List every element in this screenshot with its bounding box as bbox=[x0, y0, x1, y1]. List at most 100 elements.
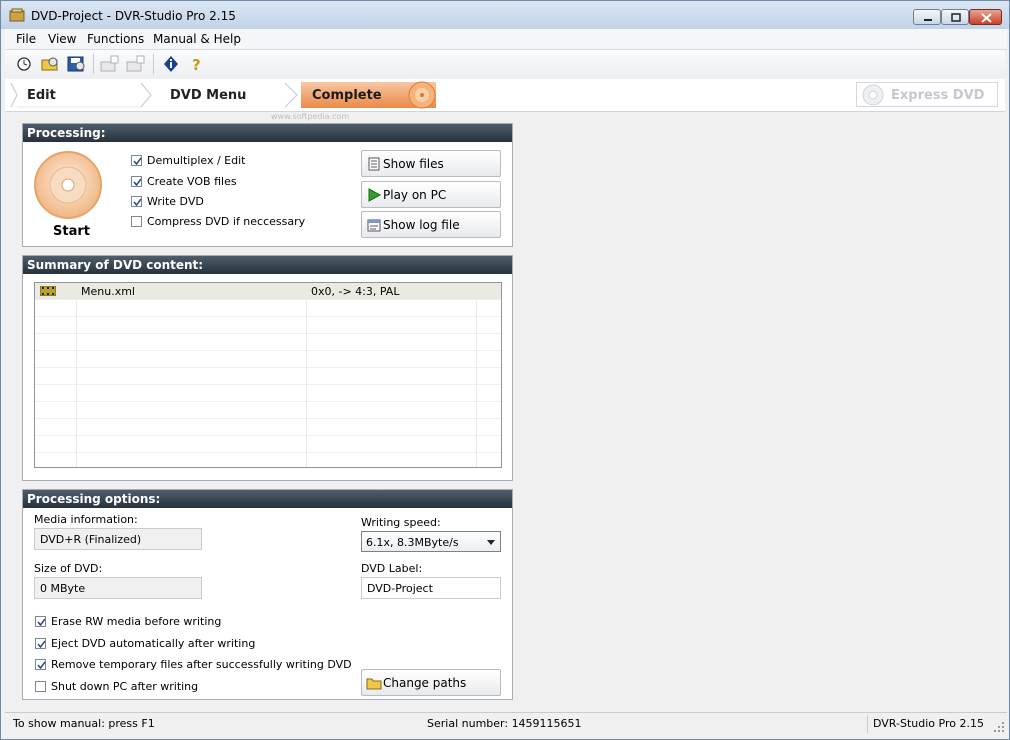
menu-functions[interactable]: Functions bbox=[87, 32, 144, 46]
status-hint: To show manual: press F1 bbox=[13, 717, 155, 730]
step-edit[interactable]: Edit bbox=[5, 79, 145, 111]
app-window: DVD-Project - DVR-Studio Pro 2.15 File V… bbox=[0, 0, 1010, 740]
play-on-pc-label: Play on PC bbox=[383, 188, 447, 202]
checkbox-label: Shut down PC after writing bbox=[51, 680, 199, 693]
checkbox-create-vob[interactable]: Create VOB files bbox=[131, 175, 331, 191]
folder-icon bbox=[366, 678, 382, 690]
minimize-button[interactable] bbox=[913, 9, 941, 25]
checkbox-box[interactable] bbox=[35, 638, 46, 649]
document-icon bbox=[368, 157, 380, 171]
watermark: www.softpedia.com bbox=[271, 112, 350, 121]
menu-manual-help[interactable]: Manual & Help bbox=[153, 32, 241, 46]
checkbox-label: Write DVD bbox=[147, 195, 204, 208]
summary-panel: Summary of DVD content: Menu.xml 0x0, ->… bbox=[22, 255, 513, 481]
help-icon[interactable]: ? bbox=[186, 53, 208, 75]
step-edit-label: Edit bbox=[27, 88, 56, 103]
minimize-icon bbox=[924, 19, 932, 21]
checkbox-box[interactable] bbox=[131, 155, 142, 166]
film-icon bbox=[40, 286, 56, 296]
table-row[interactable] bbox=[35, 402, 501, 419]
toolbar-separator bbox=[153, 54, 154, 74]
content-table[interactable]: Menu.xml 0x0, -> 4:3, PAL bbox=[34, 282, 502, 468]
step-bar: Edit DVD Menu Complete Express DVD bbox=[5, 79, 1005, 112]
add-folder-icon[interactable] bbox=[99, 53, 121, 75]
play-on-pc-button[interactable]: Play on PC bbox=[361, 181, 501, 208]
checkbox-label: Demultiplex / Edit bbox=[147, 154, 246, 167]
table-row[interactable] bbox=[35, 368, 501, 385]
media-info-field: DVD+R (Finalized) bbox=[34, 528, 202, 550]
step-dvd-menu[interactable]: DVD Menu bbox=[150, 79, 290, 111]
info-icon[interactable] bbox=[160, 53, 182, 75]
checkbox-box[interactable] bbox=[131, 176, 142, 187]
open-folder-icon[interactable] bbox=[39, 53, 61, 75]
processing-options-panel: Processing options: Media information: D… bbox=[22, 489, 513, 700]
checkbox-shutdown[interactable]: Shut down PC after writing bbox=[35, 680, 335, 696]
checkbox-label: Remove temporary files after successfull… bbox=[51, 658, 352, 671]
toolbar-separator bbox=[93, 54, 94, 74]
summary-header: Summary of DVD content: bbox=[23, 256, 512, 274]
status-separator bbox=[867, 715, 868, 733]
dvd-label-input[interactable]: DVD-Project bbox=[361, 577, 501, 599]
checkbox-label: Eject DVD automatically after writing bbox=[51, 637, 256, 650]
checkbox-write-dvd[interactable]: Write DVD bbox=[131, 195, 331, 211]
size-field: 0 MByte bbox=[34, 577, 202, 599]
checkbox-box[interactable] bbox=[131, 196, 142, 207]
checkbox-label: Compress DVD if neccessary bbox=[147, 215, 306, 228]
table-row[interactable] bbox=[35, 351, 501, 368]
show-files-button[interactable]: Show files bbox=[361, 150, 501, 177]
dvd-label-label: DVD Label: bbox=[361, 562, 423, 575]
checkbox-compress-dvd[interactable]: Compress DVD if neccessary bbox=[131, 215, 331, 231]
table-row[interactable]: Menu.xml 0x0, -> 4:3, PAL bbox=[35, 283, 501, 300]
clock-icon[interactable] bbox=[13, 53, 35, 75]
close-icon bbox=[981, 13, 992, 23]
checkbox-box[interactable] bbox=[35, 616, 46, 627]
processing-panel: Processing: Start Demultiplex / Edit Cre… bbox=[22, 123, 513, 247]
checkbox-eject-dvd[interactable]: Eject DVD automatically after writing bbox=[35, 637, 335, 653]
add-file-icon[interactable] bbox=[125, 53, 147, 75]
checkbox-remove-temp[interactable]: Remove temporary files after successfull… bbox=[35, 658, 352, 674]
close-button[interactable] bbox=[969, 9, 1002, 25]
show-log-file-label: Show log file bbox=[383, 218, 460, 232]
writing-speed-select[interactable]: 6.1x, 8.3MByte/s bbox=[361, 531, 501, 552]
maximize-button[interactable] bbox=[941, 9, 969, 25]
size-label: Size of DVD: bbox=[34, 562, 103, 575]
svg-text:?: ? bbox=[192, 56, 201, 74]
checkbox-label: Create VOB files bbox=[147, 175, 237, 188]
title-bar[interactable]: DVD-Project - DVR-Studio Pro 2.15 bbox=[1, 1, 1009, 29]
chevron-down-icon bbox=[487, 540, 495, 545]
table-row[interactable] bbox=[35, 436, 501, 453]
checkbox-label: Erase RW media before writing bbox=[51, 615, 222, 628]
start-label[interactable]: Start bbox=[53, 224, 90, 239]
table-row[interactable] bbox=[35, 419, 501, 436]
table-row[interactable] bbox=[35, 317, 501, 334]
app-icon bbox=[9, 8, 25, 22]
checkbox-demultiplex[interactable]: Demultiplex / Edit bbox=[131, 154, 331, 170]
checkbox-box[interactable] bbox=[35, 659, 46, 670]
checkbox-erase-rw[interactable]: Erase RW media before writing bbox=[35, 615, 335, 631]
menu-file[interactable]: File bbox=[16, 32, 36, 46]
window-title: DVD-Project - DVR-Studio Pro 2.15 bbox=[31, 9, 236, 23]
checkbox-box[interactable] bbox=[131, 216, 142, 227]
writing-speed-label: Writing speed: bbox=[361, 516, 441, 529]
menu-view[interactable]: View bbox=[48, 32, 76, 46]
table-row[interactable] bbox=[35, 334, 501, 351]
show-log-file-button[interactable]: Show log file bbox=[361, 211, 501, 238]
processing-options-header: Processing options: bbox=[23, 490, 512, 508]
start-disc-button[interactable] bbox=[33, 150, 103, 220]
menu-bar: File View Functions Manual & Help bbox=[5, 29, 1007, 50]
save-icon[interactable] bbox=[65, 53, 87, 75]
step-dvd-menu-label: DVD Menu bbox=[170, 88, 247, 103]
express-dvd-button[interactable]: Express DVD bbox=[856, 82, 998, 107]
status-serial: Serial number: 1459115651 bbox=[427, 717, 582, 730]
show-files-label: Show files bbox=[383, 157, 444, 171]
table-row[interactable] bbox=[35, 300, 501, 317]
table-row[interactable] bbox=[35, 453, 501, 467]
change-paths-button[interactable]: Change paths bbox=[361, 669, 501, 696]
status-bar: To show manual: press F1 Serial number: … bbox=[5, 712, 1007, 735]
log-file-icon bbox=[367, 219, 381, 232]
table-row[interactable] bbox=[35, 385, 501, 402]
resize-grip-icon[interactable] bbox=[993, 721, 1005, 733]
checkbox-box[interactable] bbox=[35, 681, 46, 692]
express-dvd-label: Express DVD bbox=[891, 88, 985, 103]
status-version: DVR-Studio Pro 2.15 bbox=[873, 717, 984, 730]
